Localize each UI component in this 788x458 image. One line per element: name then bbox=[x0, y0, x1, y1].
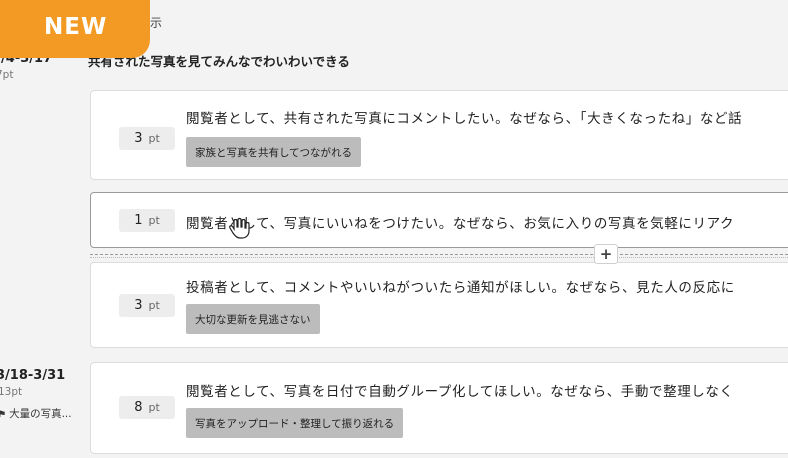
epic-tag[interactable]: 家族と写真を共有してつながれる bbox=[186, 137, 361, 167]
story-points[interactable]: 1 pt bbox=[119, 209, 175, 232]
sprint-2-info: 3/18-3/31 13pt ⚑ 大量の写真... bbox=[0, 368, 72, 421]
story-card[interactable]: 8 pt 閲覧者として、写真を日付で自動グループ化してほしい。なぜなら、手動で整… bbox=[90, 362, 788, 454]
epic-tag[interactable]: 大切な更新を見逃さない bbox=[186, 304, 320, 334]
story-text: 閲覧者として、共有された写真にコメントしたい。なぜなら、「大きくなったね」など話 bbox=[186, 111, 743, 127]
story-text: 閲覧者として、写真を日付で自動グループ化してほしい。なぜなら、手動で整理しなく bbox=[186, 384, 734, 400]
story-card-selected[interactable]: 1 pt 閲覧者として、写真にいいねをつけたい。なぜなら、お気に入りの写真を気軽… bbox=[90, 192, 788, 248]
plus-icon: + bbox=[599, 245, 613, 263]
epic-tag[interactable]: 写真をアップロード・整理して振り返れる bbox=[186, 408, 404, 438]
story-card[interactable]: 3 pt 閲覧者として、共有された写真にコメントしたい。なぜなら、「大きくなった… bbox=[90, 90, 788, 180]
flag-icon: ⚑ bbox=[0, 410, 7, 420]
story-points-unit: pt bbox=[148, 299, 160, 312]
new-badge: NEW bbox=[0, 0, 150, 58]
sprint-dates: 3/18-3/31 bbox=[0, 368, 66, 383]
story-points-unit: pt bbox=[148, 132, 160, 145]
hand-cursor-icon bbox=[229, 217, 250, 239]
story-points-unit: pt bbox=[148, 401, 160, 414]
story-points-value: 8 bbox=[134, 400, 143, 415]
story-card[interactable]: 3 pt 投稿者として、コメントやいいねがついたら通知がほしい。なぜなら、見た人… bbox=[90, 262, 788, 348]
drop-indicator-line bbox=[90, 254, 788, 255]
story-points[interactable]: 3 pt bbox=[119, 127, 175, 150]
story-points-unit: pt bbox=[148, 214, 160, 227]
story-points-value: 3 bbox=[134, 131, 143, 146]
story-text: 投稿者として、コメントやいいねがついたら通知がほしい。なぜなら、見た人の反応に bbox=[186, 280, 735, 296]
story-points-value: 1 bbox=[134, 213, 143, 228]
story-points[interactable]: 3 pt bbox=[119, 294, 175, 317]
story-text: 閲覧者として、写真にいいねをつけたい。なぜなら、お気に入りの写真を気軽にリアク bbox=[186, 216, 735, 232]
insert-story-button[interactable]: + bbox=[594, 244, 618, 264]
story-points-value: 3 bbox=[134, 298, 143, 313]
sprint-points: 7pt bbox=[0, 69, 14, 81]
drop-indicator-line-secondary bbox=[90, 257, 788, 258]
sprint-points: 13pt bbox=[0, 386, 23, 398]
story-points[interactable]: 8 pt bbox=[119, 396, 175, 419]
sprint-goal-text: 大量の写真... bbox=[9, 408, 72, 420]
sprint-goal: ⚑ 大量の写真... bbox=[0, 406, 72, 421]
header-partial-text: 示 bbox=[150, 16, 163, 30]
